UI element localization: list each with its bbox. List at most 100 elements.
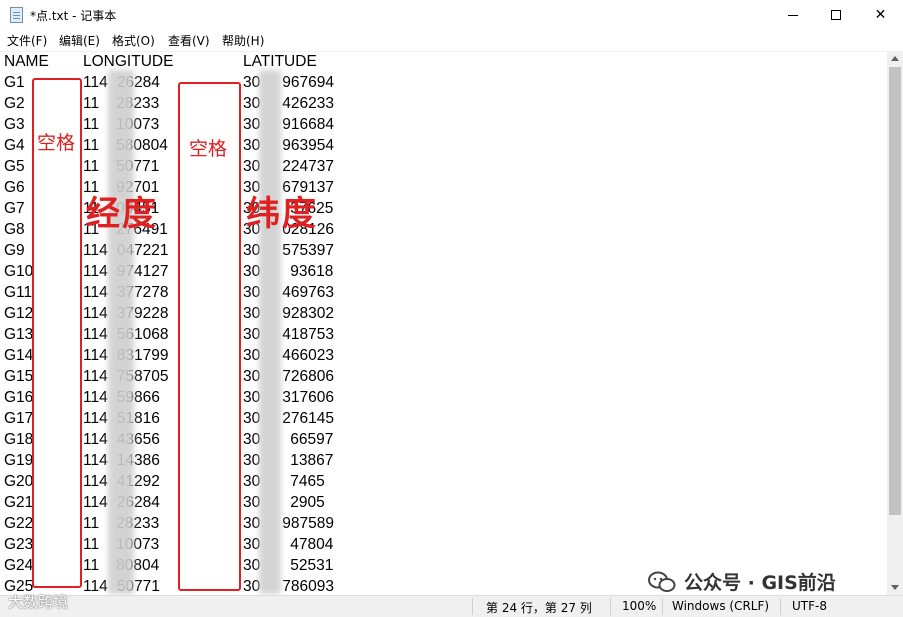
cell-latitude: 30 726806 [243,368,334,386]
cell-latitude: 30 928302 [243,305,334,323]
scroll-down-icon[interactable] [891,585,899,590]
menu-edit[interactable]: 编辑(E) [59,32,100,49]
cell-latitude: 30 426233 [243,95,334,113]
cell-longitude-prefix: 114 [83,368,108,385]
scroll-up-icon[interactable] [891,56,899,61]
cell-latitude-suffix: 52531 [290,557,334,574]
text-editor[interactable]: NAME LONGITUDE LATITUDE G1 114 26284 30 9676… [0,51,887,595]
cell-latitude-prefix: 30 [243,494,261,511]
cell-latitude-prefix: 30 [243,116,261,133]
cell-latitude-suffix: 276145 [282,410,334,427]
close-icon: ✕ [874,7,887,23]
cell-latitude: 30 7465 [243,473,325,491]
cell-longitude-prefix: 11 [83,116,100,133]
cell-latitude-prefix: 30 [243,284,261,301]
zoom-level: 100% [622,599,657,613]
cell-name: G7 [4,200,25,217]
cell-latitude: 30 916684 [243,116,334,134]
cell-latitude-prefix: 30 [243,242,261,259]
cell-latitude-suffix: 575397 [282,242,334,259]
cell-latitude: 30 224737 [243,158,334,176]
minimize-button[interactable] [770,0,815,30]
cell-longitude-prefix: 114 [83,347,108,364]
menu-bar: 文件(F) 编辑(E) 格式(O) 查看(V) 帮助(H) [0,30,903,50]
cell-longitude-prefix: 114 [83,242,108,259]
cell-longitude-prefix: 11 [83,515,100,532]
cell-name: G24 [4,557,34,574]
cell-latitude: 30 575397 [243,242,334,260]
cell-latitude-prefix: 30 [243,536,261,553]
cell-latitude-prefix: 30 [243,368,261,385]
cell-name: G4 [4,137,25,154]
cell-longitude-prefix: 11 [83,137,100,154]
cell-latitude-suffix: 786093 [282,578,334,595]
window-title: *点.txt - 记事本 [30,9,117,23]
cell-latitude-prefix: 30 [243,473,261,490]
cell-latitude: 30 52531 [243,557,333,575]
cell-latitude-prefix: 30 [243,137,261,154]
cell-longitude-prefix: 11 [83,95,100,112]
cell-latitude-prefix: 30 [243,515,261,532]
cell-latitude-prefix: 30 [243,305,261,322]
scroll-thumb[interactable] [889,67,901,515]
cell-name: G17 [4,410,34,427]
header-longitude: LONGITUDE [83,53,174,70]
cell-longitude-prefix: 11 [83,536,100,553]
menu-view[interactable]: 查看(V) [168,32,210,49]
cell-latitude-suffix: 66597 [290,431,334,448]
cell-latitude: 30 317606 [243,389,334,407]
maximize-button[interactable] [813,0,858,30]
minimize-icon [787,14,798,16]
cell-name: G10 [4,263,34,280]
cell-name: G22 [4,515,34,532]
cell-name: G1 [4,74,25,91]
cell-latitude-suffix: 13867 [290,452,334,469]
cell-longitude-prefix: 114 [83,326,108,343]
header-name: NAME [4,53,49,70]
cell-latitude: 30 47804 [243,536,333,554]
menu-file[interactable]: 文件(F) [7,32,47,49]
cell-longitude-prefix: 114 [83,494,108,511]
cell-longitude-prefix: 114 [83,431,108,448]
cell-latitude-suffix: 2905 [290,494,325,511]
cell-name: G8 [4,221,25,238]
line-ending: Windows (CRLF) [672,599,770,613]
cell-latitude-suffix: 466023 [282,347,334,364]
cell-latitude-suffix: 726806 [282,368,334,385]
cell-latitude-suffix: 963954 [282,137,334,154]
latitude-annotation: 纬度 [246,194,318,234]
cell-latitude-prefix: 30 [243,95,261,112]
cell-latitude: 30 967694 [243,74,334,92]
longitude-annotation: 经度 [86,194,158,234]
redaction-blur-latitude [259,70,281,594]
menu-format[interactable]: 格式(O) [112,32,155,49]
wechat-watermark: 公众号 · GIS前沿 [684,572,836,594]
vertical-scrollbar[interactable] [887,51,903,595]
cell-latitude-suffix: 987589 [282,515,334,532]
cell-latitude-suffix: 224737 [282,158,334,175]
cell-longitude-prefix: 114 [83,578,108,595]
status-bar: 第 24 行，第 27 列 100% Windows (CRLF) UTF-8 [0,595,903,617]
cell-latitude-suffix: 928302 [282,305,334,322]
cell-name: G11 [4,284,33,301]
cell-name: G12 [4,305,34,322]
menu-help[interactable]: 帮助(H) [222,32,264,49]
cell-latitude: 30 66597 [243,431,333,449]
notepad-icon [10,7,23,23]
cell-longitude-prefix: 11 [83,158,100,175]
cell-longitude-prefix: 114 [83,410,108,427]
cell-name: G9 [4,242,25,259]
cell-latitude-suffix: 916684 [282,116,334,133]
close-button[interactable]: ✕ [858,0,903,30]
wechat-icon [648,571,676,592]
cell-latitude: 30 469763 [243,284,334,302]
cell-latitude-prefix: 30 [243,263,261,280]
space-label-2: 空格 [189,138,228,160]
cell-latitude-prefix: 30 [243,452,261,469]
cell-name: G18 [4,431,34,448]
cell-latitude-prefix: 30 [243,431,261,448]
cell-latitude-prefix: 30 [243,557,261,574]
space-label-1: 空格 [37,132,76,154]
cell-latitude-suffix: 469763 [282,284,334,301]
cell-name: G15 [4,368,34,385]
